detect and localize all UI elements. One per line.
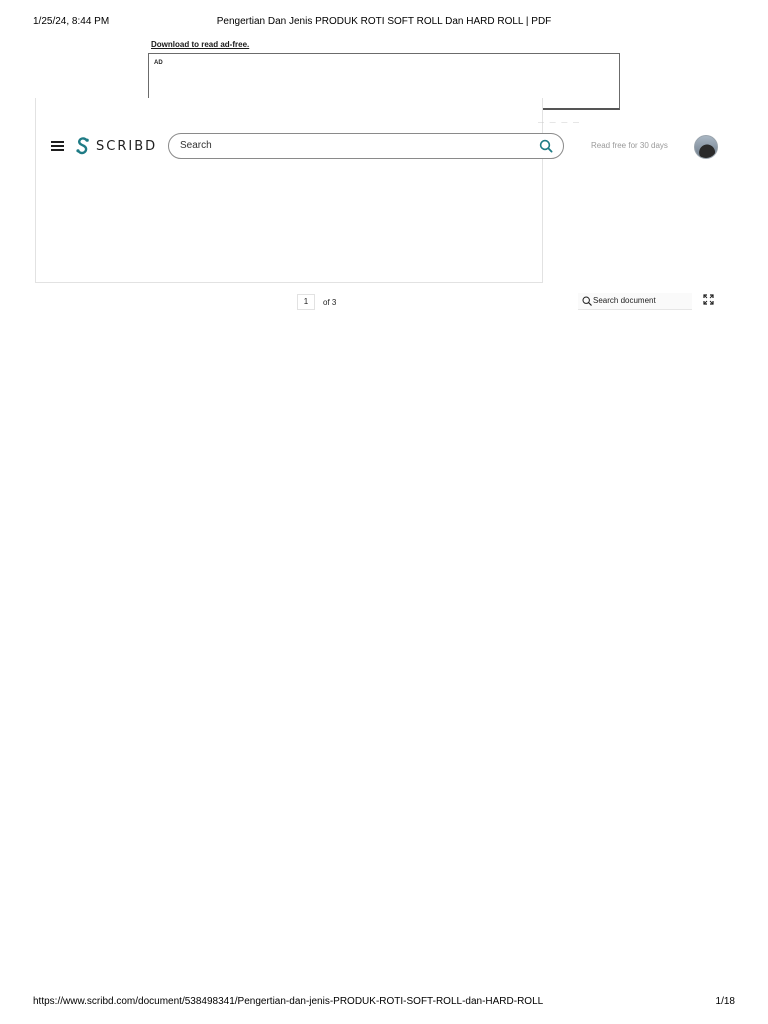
print-page-count: 1/18 [715, 996, 735, 1007]
print-footer: https://www.scribd.com/document/53849834… [0, 996, 768, 1010]
faded-background-text: — — — — [538, 120, 582, 126]
print-title: Pengertian Dan Jenis PRODUK ROTI SOFT RO… [216, 16, 552, 27]
print-url: https://www.scribd.com/document/53849834… [33, 996, 544, 1007]
search-icon[interactable] [539, 139, 553, 153]
fullscreen-icon[interactable] [703, 294, 714, 305]
page: 1/25/24, 8:44 PM Pengertian Dan Jenis PR… [0, 0, 768, 1024]
user-avatar[interactable] [694, 135, 718, 159]
scribd-logo-icon [76, 137, 89, 155]
search-placeholder: Search [180, 140, 212, 151]
total-pages-label: of 3 [323, 297, 337, 307]
top-navigation-bar: SCRIBD Search Read free for 30 days [36, 128, 736, 164]
download-ad-free-link[interactable]: Download to read ad-free. [151, 40, 249, 49]
current-page-input[interactable]: 1 [297, 294, 315, 310]
page-navigator: 1 of 3 [297, 294, 336, 310]
hamburger-menu-icon[interactable] [51, 141, 64, 151]
scribd-logo-text: SCRIBD [96, 138, 158, 154]
search-icon [582, 296, 592, 306]
ad-label: AD [154, 60, 163, 66]
read-free-link[interactable]: Read free for 30 days [591, 141, 668, 150]
search-document-placeholder: Search document [593, 296, 656, 305]
document-frame [35, 98, 543, 283]
print-header: 1/25/24, 8:44 PM Pengertian Dan Jenis PR… [0, 16, 768, 30]
search-document-input[interactable]: Search document [578, 293, 692, 310]
scribd-logo[interactable]: SCRIBD [76, 136, 157, 156]
search-input[interactable]: Search [168, 133, 564, 159]
